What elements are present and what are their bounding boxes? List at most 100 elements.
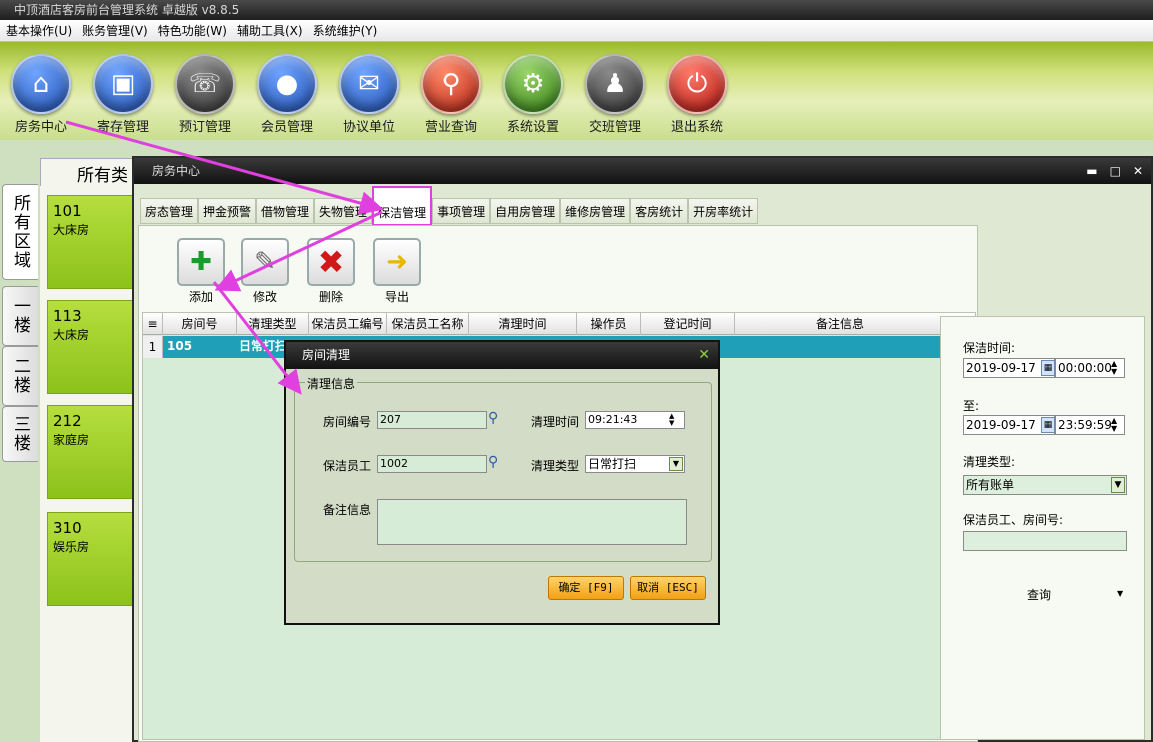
side-tab-all[interactable]: 所有区域 [2,184,38,280]
close-icon[interactable]: ✕ [1133,164,1143,178]
room-tile[interactable]: 101 大床房 [47,195,137,289]
filter-type-label: 清理类型: [963,455,1016,469]
staff-label: 保洁员工 [323,459,372,473]
delete-button[interactable]: ✖ 删除 [305,238,357,305]
delete-x-icon: ✖ [307,238,355,286]
row-index: 1 [143,336,163,358]
export-button[interactable]: ➜ 导出 [371,238,423,305]
note-input[interactable] [377,499,687,545]
group-legend: 清理信息 [305,375,358,392]
tab-lost-found[interactable]: 失物管理 [314,198,373,224]
gear-icon: ⚙ [503,54,563,114]
room-tile[interactable]: 212 家庭房 [47,405,137,499]
menu-tools[interactable]: 辅助工具(X) [237,22,303,39]
side-tab-floor-2[interactable]: 二楼 [2,346,38,406]
clean-type-label: 清理类型 [531,459,580,473]
room-number: 113 [53,307,82,325]
spinner-icon[interactable]: ▲ ▼ [1111,417,1117,433]
room-number: 310 [53,519,82,537]
room-type: 娱乐房 [53,540,90,554]
document-badge-icon: ✉ [339,54,399,114]
toolbar-agreements[interactable]: ✉ 协议单位 [328,54,410,135]
toolbar-room-center[interactable]: ⌂ 房务中心 [0,54,82,135]
note-label: 备注信息 [323,503,372,517]
filter-panel: 保洁时间: 2019-09-17 ▦ 00:00:00 ▲ ▼ 至: 2019-0… [940,316,1145,740]
col-staff-name[interactable]: 保洁员工名称 [387,313,469,335]
tab-deposit-warning[interactable]: 押金预警 [198,198,257,224]
tab-matters[interactable]: 事项管理 [432,198,491,224]
cell-room: 105 [167,339,193,353]
tab-own-use[interactable]: 自用房管理 [490,198,561,224]
caret-down-icon[interactable]: ▼ [1117,589,1123,598]
calendar-icon[interactable]: ▦ [1041,417,1055,433]
delete-label: 删除 [318,290,343,304]
menu-basic[interactable]: 基本操作(U) [6,22,72,39]
room-type-tab[interactable]: 所有类 [40,158,140,186]
clean-info-group: 清理信息 房间编号 207 ⚲ 清理时间 09:21:43 ▲ ▼ 保洁员工 10… [294,375,712,562]
tab-repair[interactable]: 维修房管理 [560,198,631,224]
toolbar-business-query[interactable]: ⚲ 营业查询 [410,54,492,135]
toolbar-label: 房务中心 [14,120,67,135]
tab-cleaning[interactable]: 保洁管理 [372,186,433,226]
col-register-time[interactable]: 登记时间 [641,313,735,335]
main-toolbar: ⌂ 房务中心 ▣ 寄存管理 ☏ 预订管理 ● 会员管理 ✉ 协议单位 ⚲ 营业查… [0,42,1153,140]
col-clean-time[interactable]: 清理时间 [469,313,577,335]
maximize-icon[interactable]: □ [1110,164,1121,178]
chevron-down-icon[interactable]: ▼ [669,457,683,471]
minimize-icon[interactable]: ▬ [1086,164,1097,178]
col-type[interactable]: 清理类型 [237,313,309,335]
power-icon: ⏻ [667,54,727,114]
menu-features[interactable]: 特色功能(W) [158,22,227,39]
add-button[interactable]: ✚ 添加 [175,238,227,305]
room-number: 212 [53,412,82,430]
spinner-icon[interactable]: ▲ ▼ [669,413,674,427]
people-meeting-icon: ♟ [585,54,645,114]
spinner-icon[interactable]: ▲ ▼ [1111,360,1117,376]
staff-input[interactable]: 1002 [377,455,487,473]
type-select[interactable]: 所有账单 [963,475,1127,495]
confirm-button[interactable]: 确定 [F9] [548,576,624,600]
side-tab-floor-3[interactable]: 三楼 [2,406,38,462]
tab-borrow[interactable]: 借物管理 [256,198,315,224]
toolbar-booking[interactable]: ☏ 预订管理 [164,54,246,135]
col-staff-id[interactable]: 保洁员工编号 [309,313,387,335]
col-operator[interactable]: 操作员 [577,313,641,335]
col-note[interactable]: 备注信息 [735,313,945,335]
tab-room-status[interactable]: 房态管理 [140,198,199,224]
room-number-input[interactable]: 207 [377,411,487,429]
cell-type: 日常打扫 [239,339,288,353]
phone-icon: ☏ [175,54,235,114]
edit-button[interactable]: ✎ 修改 [239,238,291,305]
toolbar-members[interactable]: ● 会员管理 [246,54,328,135]
room-type-label: 所有类 [77,166,128,186]
menu-maintenance[interactable]: 系统维护(Y) [313,22,378,39]
col-room[interactable]: 房间号 [163,313,237,335]
menu-lines-icon[interactable]: ≡ [143,313,163,335]
room-number-label: 房间编号 [323,415,372,429]
staff-room-input[interactable] [963,531,1127,551]
app-title: 中顶酒店客房前台管理系统 卓越版 v8.8.5 [0,0,1153,20]
toolbar-label: 交班管理 [588,120,641,135]
cancel-button[interactable]: 取消 [ESC] [630,576,706,600]
menu-accounts[interactable]: 账务管理(V) [82,22,148,39]
room-tile[interactable]: 113 大床房 [47,300,137,394]
tab-occupancy-stats[interactable]: 开房率统计 [688,198,759,224]
room-tile[interactable]: 310 娱乐房 [47,512,137,606]
toolbar-shift[interactable]: ♟ 交班管理 [574,54,656,135]
room-type: 大床房 [53,223,90,237]
query-button[interactable]: 查询 [1027,586,1051,603]
filter-time-label: 保洁时间: [963,341,1016,355]
toolbar-exit[interactable]: ⏻ 退出系统 [656,54,738,135]
add-label: 添加 [188,290,213,304]
close-icon[interactable]: ✕ [698,342,710,369]
search-icon[interactable]: ⚲ [488,454,498,470]
magnifier-icon: ⚲ [421,54,481,114]
side-tab-floor-1[interactable]: 一楼 [2,286,38,346]
calendar-icon[interactable]: ▦ [1041,360,1055,376]
tab-room-stats[interactable]: 客房统计 [630,198,689,224]
bag-icon: ▣ [93,54,153,114]
toolbar-settings[interactable]: ⚙ 系统设置 [492,54,574,135]
toolbar-storage[interactable]: ▣ 寄存管理 [82,54,164,135]
chevron-down-icon[interactable]: ▼ [1111,477,1125,493]
search-icon[interactable]: ⚲ [488,410,498,426]
